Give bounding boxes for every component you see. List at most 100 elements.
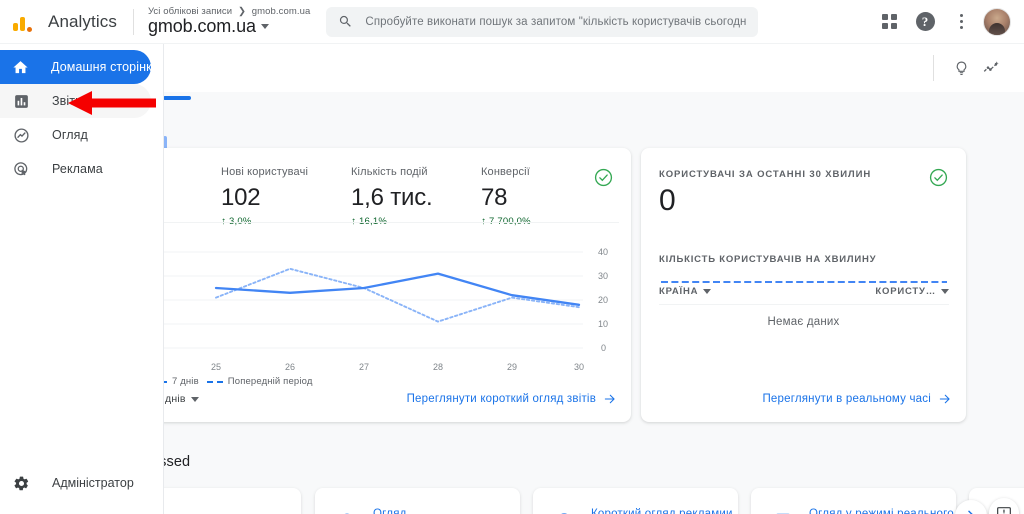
metric-label: Кількість подій: [351, 166, 428, 178]
property-name-label: gmob.com.ua: [147, 16, 256, 36]
global-search-box[interactable]: [326, 6, 759, 37]
apps-grid-icon[interactable]: [872, 5, 906, 39]
x-axis-tick: 26: [285, 362, 295, 372]
chevron-down-icon: [703, 289, 712, 294]
reports-snapshot-card: Нові користувачі 102 ↑ 3,0% Кількість по…: [163, 148, 631, 422]
chevron-down-icon: [190, 396, 199, 402]
x-axis-tick: 27: [359, 362, 369, 372]
realtime-active-users-value: 0: [659, 184, 676, 217]
top-app-bar: Analytics Усі облікові записи ❯ gmob.com…: [0, 0, 1024, 44]
metric-value: 78: [481, 184, 508, 211]
y-axis-tick: 20: [598, 295, 608, 305]
sidebar-item-reports-label: Звіти: [52, 94, 83, 108]
lightbulb-icon[interactable]: [946, 53, 976, 83]
realtime-subtitle: КІЛЬКІСТЬ КОРИСТУВАЧІВ НА ХВИЛИНУ: [659, 254, 877, 265]
user-avatar[interactable]: [980, 5, 1014, 39]
bar-chart-icon: [12, 92, 30, 110]
search-input[interactable]: [365, 15, 747, 28]
property-name-dropdown[interactable]: gmob.com.ua: [148, 16, 310, 37]
realtime-card: КОРИСТУВАЧІ ЗА ОСТАННІ 30 ХВИЛИН 0 КІЛЬК…: [641, 148, 966, 422]
sidebar-item-reports[interactable]: Звіти: [0, 84, 151, 118]
metric-new-users: Нові користувачі 102 ↑ 3,0%: [221, 166, 351, 227]
check-circle-icon[interactable]: [594, 168, 613, 187]
search-icon: [340, 15, 352, 27]
arrow-right-icon: [939, 394, 950, 404]
recent-card-realtime-overview[interactable]: Огляд у режимі реального часу учора: [751, 488, 982, 514]
x-axis-tick: 28: [433, 362, 443, 372]
account-selector[interactable]: Усі облікові записи ❯ gmob.com.ua gmob.c…: [148, 6, 310, 37]
brand-title: Analytics: [48, 11, 117, 31]
metric-value: 1,6 тис.: [351, 184, 433, 211]
analytics-logo-icon: [12, 9, 38, 35]
link-label: Переглянути короткий огляд звітів: [406, 393, 596, 405]
main-content: Нові користувачі 102 ↑ 3,0% Кількість по…: [163, 44, 1024, 514]
x-axis-tick: 29: [507, 362, 517, 372]
recent-card-advertising-snapshot[interactable]: Короткий огляд рекламии учора: [533, 488, 738, 514]
arrow-right-icon: [604, 394, 615, 404]
column-header-users[interactable]: КОРИСТУ…: [875, 286, 949, 297]
left-sidebar: Домашня сторінка Звіти Огляд Реклама Адм…: [0, 44, 163, 514]
view-reports-snapshot-link[interactable]: Переглянути короткий огляд звітів: [407, 392, 617, 406]
recent-card-title: Короткий огляд рекламии: [591, 508, 733, 514]
analytics-spark-icon[interactable]: [976, 53, 1006, 83]
card-footer: днів Переглянути короткий огляд звітів: [163, 386, 631, 412]
sidebar-item-advertising-label: Реклама: [52, 162, 103, 176]
home-icon: [12, 58, 29, 76]
sidebar-item-explore-label: Огляд: [52, 128, 88, 142]
divider: [132, 8, 134, 35]
divider: [659, 304, 949, 305]
metric-label: Нові користувачі: [221, 166, 309, 178]
gear-icon: [12, 474, 30, 492]
realtime-empty-state: Немає даних: [767, 316, 840, 328]
sidebar-item-admin-label: Адміністратор: [52, 476, 134, 490]
metric-label: Конверсії: [481, 166, 530, 178]
y-axis-tick: 40: [598, 247, 608, 257]
metric-conversions: Конверсії 78 ↑ 7 700,0%: [481, 166, 611, 227]
sidebar-item-home-label: Домашня сторінка: [51, 60, 159, 74]
check-circle-icon[interactable]: [929, 168, 948, 187]
y-axis-tick: 0: [601, 343, 606, 353]
chart-svg: 40 30 20 10 0 25 26 27 28 29 30: [163, 247, 608, 372]
active-tab-indicator: [163, 96, 191, 100]
more-vertical-icon[interactable]: [944, 5, 978, 39]
card-footer: Переглянути в реальному часі: [641, 386, 966, 412]
column-header-country[interactable]: КРАЇНА: [659, 286, 712, 297]
top-bar-actions: ?: [872, 5, 1024, 39]
recent-card-explore[interactable]: Огляд учора: [315, 488, 520, 514]
content-toolbar: [163, 44, 1024, 92]
section-heading-recently-accessed: essed: [163, 454, 191, 470]
sidebar-item-admin[interactable]: Адміністратор: [0, 466, 134, 500]
sidebar-item-home[interactable]: Домашня сторінка: [0, 50, 159, 84]
date-range-label: днів: [165, 393, 186, 405]
divider: [163, 222, 619, 223]
realtime-table-header: КРАЇНА КОРИСТУ…: [659, 286, 949, 297]
link-label: Переглянути в реальному часі: [762, 393, 931, 405]
metrics-row: Нові користувачі 102 ↑ 3,0% Кількість по…: [221, 166, 611, 227]
column-header-users-label: КОРИСТУ…: [875, 286, 936, 297]
users-over-time-chart: 40 30 20 10 0 25 26 27 28 29 30: [163, 224, 631, 374]
column-header-country-label: КРАЇНА: [659, 286, 699, 297]
x-axis-tick: 25: [211, 362, 221, 372]
analytics-home-screen: Analytics Усі облікові записи ❯ gmob.com…: [0, 0, 1024, 514]
feedback-icon: [997, 507, 1011, 514]
advertising-target-icon: [12, 160, 30, 178]
chart-series-previous-period: [215, 267, 580, 323]
divider: [933, 55, 934, 81]
legend-swatch-solid: [163, 380, 167, 383]
chevron-right-icon: [968, 510, 973, 514]
recent-card-reports-snapshot[interactable]: ий огляд звітів: [163, 488, 301, 514]
metric-value: 102: [221, 184, 261, 211]
explore-compass-icon: [12, 126, 30, 144]
date-range-dropdown[interactable]: днів: [165, 393, 199, 405]
help-question-icon[interactable]: ?: [908, 5, 942, 39]
x-axis-tick: 30: [574, 362, 584, 372]
recent-card-title: Огляд: [373, 508, 407, 514]
y-axis-tick: 10: [598, 319, 608, 329]
sidebar-item-explore[interactable]: Огляд: [0, 118, 151, 152]
y-axis-tick: 30: [598, 271, 608, 281]
realtime-title: КОРИСТУВАЧІ ЗА ОСТАННІ 30 ХВИЛИН: [659, 169, 872, 180]
view-realtime-link[interactable]: Переглянути в реальному часі: [762, 392, 952, 406]
legend-swatch-dashed: [206, 380, 223, 383]
metric-event-count: Кількість подій 1,6 тис. ↑ 16,1%: [351, 166, 481, 227]
sidebar-item-advertising[interactable]: Реклама: [0, 152, 151, 186]
